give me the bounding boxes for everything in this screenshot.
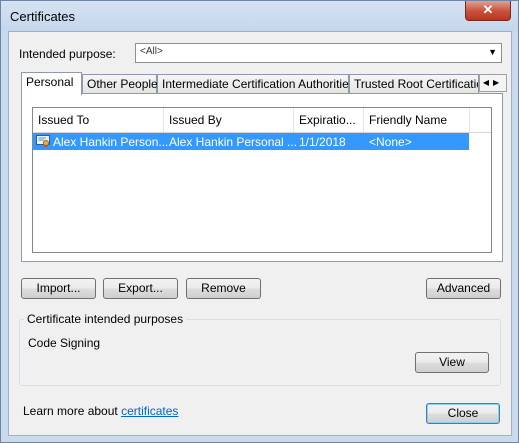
intended-purposes-title: Certificate intended purposes xyxy=(24,312,187,326)
chevron-down-icon: ▼ xyxy=(488,47,497,57)
tab-scroll-buttons[interactable]: ◀▶ xyxy=(479,74,507,92)
column-divider[interactable] xyxy=(163,108,164,132)
column-header-issued-to[interactable]: Issued To xyxy=(38,113,89,127)
export-button[interactable]: Export... xyxy=(103,278,178,299)
intended-purposes-value: Code Signing xyxy=(28,336,101,350)
cell-issued-by: Alex Hankin Personal ... xyxy=(169,135,298,149)
cell-issued-to: Alex Hankin Person... xyxy=(53,135,169,149)
tab-label: Intermediate Certification Authorities xyxy=(162,77,355,91)
advanced-button[interactable]: Advanced xyxy=(426,278,501,299)
close-icon: ✕ xyxy=(482,2,494,17)
certificate-list[interactable]: Issued To Issued By Expiratio... Friendl… xyxy=(32,107,492,253)
learn-more-text: Learn more about certificates xyxy=(23,404,178,418)
column-divider[interactable] xyxy=(363,108,364,132)
column-header-expiration[interactable]: Expiratio... xyxy=(299,113,356,127)
view-button[interactable]: View xyxy=(415,352,489,373)
tab-label: Trusted Root Certification xyxy=(354,77,479,91)
tab-trusted-root[interactable]: Trusted Root Certification xyxy=(349,74,479,93)
tab-scroll-right-icon[interactable]: ▶ xyxy=(493,78,503,87)
title-bar[interactable]: Certificates ✕ xyxy=(1,1,518,31)
cell-expiration: 1/1/2018 xyxy=(299,135,346,149)
intended-purpose-label: Intended purpose: xyxy=(19,47,116,61)
column-divider[interactable] xyxy=(293,108,294,132)
certificate-icon xyxy=(36,135,50,148)
remove-button[interactable]: Remove xyxy=(186,278,261,299)
tab-other-people[interactable]: Other People xyxy=(82,74,158,93)
intended-purpose-dropdown[interactable]: <All> ▼ xyxy=(135,43,502,63)
column-divider[interactable] xyxy=(469,108,470,132)
certificates-link[interactable]: certificates xyxy=(121,404,178,418)
tab-label: Other People xyxy=(87,77,158,91)
window-title: Certificates xyxy=(10,9,76,24)
cell-friendly-name: <None> xyxy=(369,135,412,149)
import-button[interactable]: Import... xyxy=(21,278,96,299)
table-row[interactable]: Alex Hankin Person... Alex Hankin Person… xyxy=(33,133,469,150)
column-header-friendly-name[interactable]: Friendly Name xyxy=(369,113,447,127)
intended-purpose-value: <All> xyxy=(140,46,163,57)
tab-intermediate-ca[interactable]: Intermediate Certification Authorities xyxy=(157,74,355,93)
certificates-window: Certificates ✕ Intended purpose: <All> ▼… xyxy=(0,0,519,443)
learn-more-label: Learn more about xyxy=(23,404,122,418)
tab-label: Personal xyxy=(26,75,74,89)
column-header-issued-by[interactable]: Issued By xyxy=(169,113,222,127)
tab-strip: Personal Other People Intermediate Certi… xyxy=(21,72,507,95)
personal-tab-panel: Issued To Issued By Expiratio... Friendl… xyxy=(21,93,503,262)
tab-personal[interactable]: Personal xyxy=(21,72,82,95)
list-header: Issued To Issued By Expiratio... Friendl… xyxy=(33,108,491,133)
close-window-button[interactable]: ✕ xyxy=(465,1,511,21)
close-button[interactable]: Close xyxy=(426,403,500,424)
dialog-body: Intended purpose: <All> ▼ Personal Other… xyxy=(8,31,512,436)
tab-scroll-left-icon[interactable]: ◀ xyxy=(483,78,493,87)
